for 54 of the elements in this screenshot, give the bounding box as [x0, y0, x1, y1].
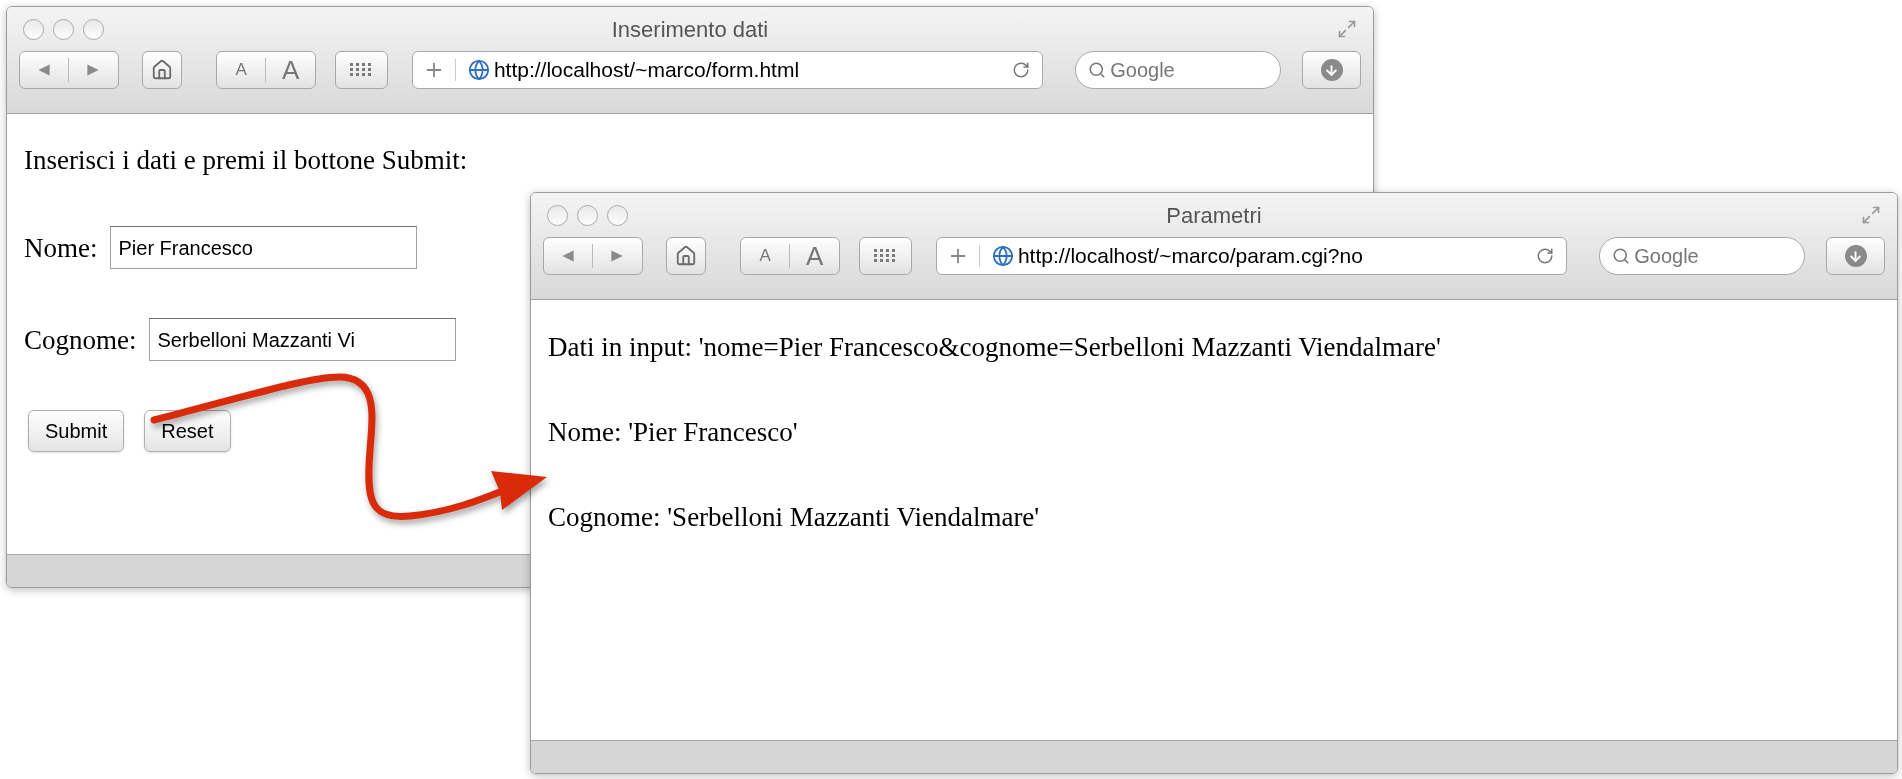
- fullscreen-icon[interactable]: [1861, 205, 1881, 225]
- smaller-text-button[interactable]: A: [740, 243, 790, 269]
- window-title: Inserimento dati: [611, 15, 769, 44]
- search-field[interactable]: Google: [1599, 237, 1805, 275]
- reload-icon[interactable]: [1536, 247, 1555, 265]
- field-label: Nome:: [24, 231, 98, 265]
- window-control-icon[interactable]: [23, 18, 44, 40]
- window-control-icon[interactable]: [547, 204, 568, 226]
- back-forward-button[interactable]: [19, 51, 119, 89]
- back-forward-button[interactable]: [543, 237, 643, 275]
- fullscreen-icon[interactable]: [1337, 19, 1357, 39]
- larger-text-button[interactable]: A: [790, 236, 839, 276]
- forward-icon[interactable]: [610, 249, 624, 263]
- window-title: Parametri: [1166, 201, 1262, 230]
- download-icon: [1844, 245, 1867, 267]
- home-button[interactable]: [665, 237, 706, 275]
- form-button[interactable]: Submit: [28, 410, 125, 452]
- window-control-icon[interactable]: [577, 204, 598, 226]
- window-control-icon[interactable]: [53, 18, 74, 40]
- page-text: Inserisci i dati e premi il bottone Submit:: [24, 144, 469, 177]
- back-icon[interactable]: [37, 63, 51, 77]
- grid-icon: [350, 63, 373, 77]
- home-icon: [674, 245, 697, 267]
- window-control-icon[interactable]: [83, 18, 104, 40]
- globe-icon: [467, 59, 490, 81]
- smaller-text-button[interactable]: A: [216, 57, 266, 83]
- text-field[interactable]: Pier Francesco: [109, 226, 417, 269]
- url-text: http://localhost/~marco/param.cgi?no: [1017, 243, 1364, 270]
- home-icon: [150, 59, 173, 81]
- grid-icon: [874, 249, 897, 263]
- page-text: Cognome: 'Serbelloni Mazzanti Viendalmare': [548, 501, 1041, 534]
- text-field[interactable]: Serbelloni Mazzanti Vi: [148, 318, 456, 361]
- larger-text-button[interactable]: A: [266, 50, 315, 90]
- address-bar[interactable]: http://localhost/~marco/param.cgi?no: [935, 237, 1568, 275]
- address-bar[interactable]: http://localhost/~marco/form.html: [411, 51, 1044, 89]
- back-icon[interactable]: [561, 249, 575, 263]
- grid-button[interactable]: [858, 237, 912, 275]
- window-control-icon[interactable]: [607, 204, 628, 226]
- search-field[interactable]: Google: [1075, 51, 1281, 89]
- grid-button[interactable]: [334, 51, 388, 89]
- forward-icon[interactable]: [86, 63, 100, 77]
- field-label: Cognome:: [24, 323, 137, 357]
- page-text: Dati in input: 'nome=Pier Francesco&cognome=Serbelloni Mazzanti Viendalmare': [548, 331, 1442, 364]
- search-icon: [1088, 61, 1107, 79]
- downloads-button[interactable]: [1302, 51, 1361, 89]
- form-button[interactable]: Reset: [144, 410, 231, 452]
- globe-icon: [991, 245, 1014, 267]
- download-icon: [1320, 59, 1343, 81]
- reload-icon[interactable]: [1012, 61, 1031, 79]
- page-text: Nome: 'Pier Francesco': [548, 416, 799, 449]
- search-icon: [1612, 247, 1631, 265]
- home-button[interactable]: [141, 51, 182, 89]
- downloads-button[interactable]: [1826, 237, 1885, 275]
- url-text: http://localhost/~marco/form.html: [493, 57, 801, 84]
